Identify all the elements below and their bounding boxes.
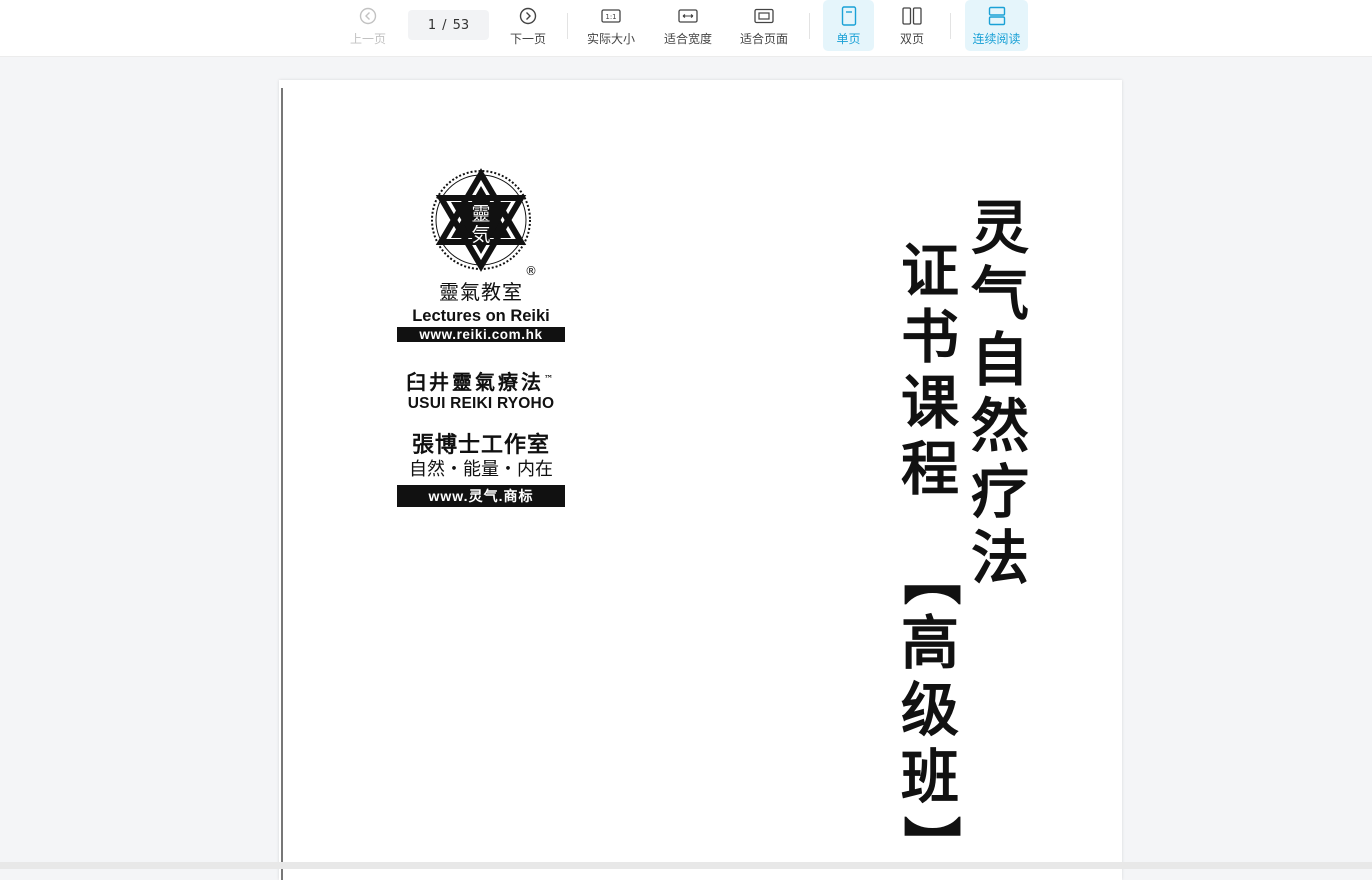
seal-chinese-name: 靈氣教室 (439, 280, 523, 304)
double-page-icon (902, 6, 922, 26)
fit-width-label: 适合宽度 (663, 32, 712, 46)
continuous-reading-label: 连续阅读 (972, 32, 1021, 46)
toolbar-divider (567, 13, 568, 39)
fit-page-icon (754, 6, 774, 26)
reiki-logo-block: 靈 気 ® 靈氣教室 Lectures on Reiki www.reiki.c… (397, 168, 565, 507)
studio-url: www.灵气.商标 (397, 485, 565, 507)
actual-size-icon: 1:1 (601, 6, 621, 26)
studio-tagline: 自然・能量・内在 (409, 459, 553, 480)
fit-page-label: 适合页面 (739, 32, 788, 46)
prev-page-button[interactable]: 上一页 (344, 0, 392, 51)
continuous-reading-icon (987, 6, 1007, 26)
total-pages: 53 (452, 17, 470, 33)
fit-page-button[interactable]: 适合页面 (735, 0, 793, 51)
fit-width-button[interactable]: 适合宽度 (659, 0, 717, 51)
page-number-field[interactable]: 1 / 53 (408, 10, 489, 40)
continuous-reading-button[interactable]: 连续阅读 (965, 0, 1028, 51)
registered-mark: ® (525, 264, 537, 278)
seal-url: www.reiki.com.hk (397, 327, 565, 342)
usui-chinese-title: 臼井靈氣療法™ (406, 370, 556, 394)
usui-english-title: USUI REIKI RYOHO (407, 395, 555, 412)
viewer-toolbar: 上一页 1 / 53 下一页 1:1 实际大小 适合宽度 适合页面 单页 双页 … (0, 0, 1372, 57)
fit-width-icon (678, 6, 698, 26)
svg-text:1:1: 1:1 (605, 13, 616, 21)
actual-size-label: 实际大小 (586, 32, 635, 46)
page-separator: / (442, 17, 447, 33)
seal-english-name: Lectures on Reiki (412, 307, 550, 325)
toolbar-divider (950, 13, 951, 39)
svg-text:靈: 靈 (471, 203, 490, 225)
title-line-1: 灵 气 自 然 疗 法 (971, 194, 1030, 592)
single-page-label: 单页 (836, 32, 861, 46)
document-page: 靈 気 ® 靈氣教室 Lectures on Reiki www.reiki.c… (279, 80, 1122, 880)
chevron-left-circle-icon (358, 6, 378, 26)
next-page-button[interactable]: 下一页 (504, 0, 552, 51)
title-line-3: 【 高 级 班 】 (896, 547, 965, 874)
prev-page-label: 上一页 (349, 32, 386, 46)
title-line-2: 证 书 课 程 (901, 237, 960, 503)
single-page-icon (839, 6, 859, 26)
reiki-seal-logo: 靈 気 ® (429, 168, 537, 278)
bottom-status-bar (0, 862, 1372, 869)
current-page: 1 (427, 17, 437, 33)
double-page-button[interactable]: 双页 (888, 0, 936, 51)
svg-text:気: 気 (471, 224, 490, 246)
scan-edge (281, 88, 283, 880)
single-page-button[interactable]: 单页 (823, 0, 874, 51)
toolbar-divider (809, 13, 810, 39)
chevron-right-circle-icon (518, 6, 538, 26)
studio-name: 張博士工作室 (411, 432, 550, 458)
actual-size-button[interactable]: 1:1 实际大小 (582, 0, 640, 51)
double-page-label: 双页 (899, 32, 924, 46)
next-page-label: 下一页 (509, 32, 546, 46)
